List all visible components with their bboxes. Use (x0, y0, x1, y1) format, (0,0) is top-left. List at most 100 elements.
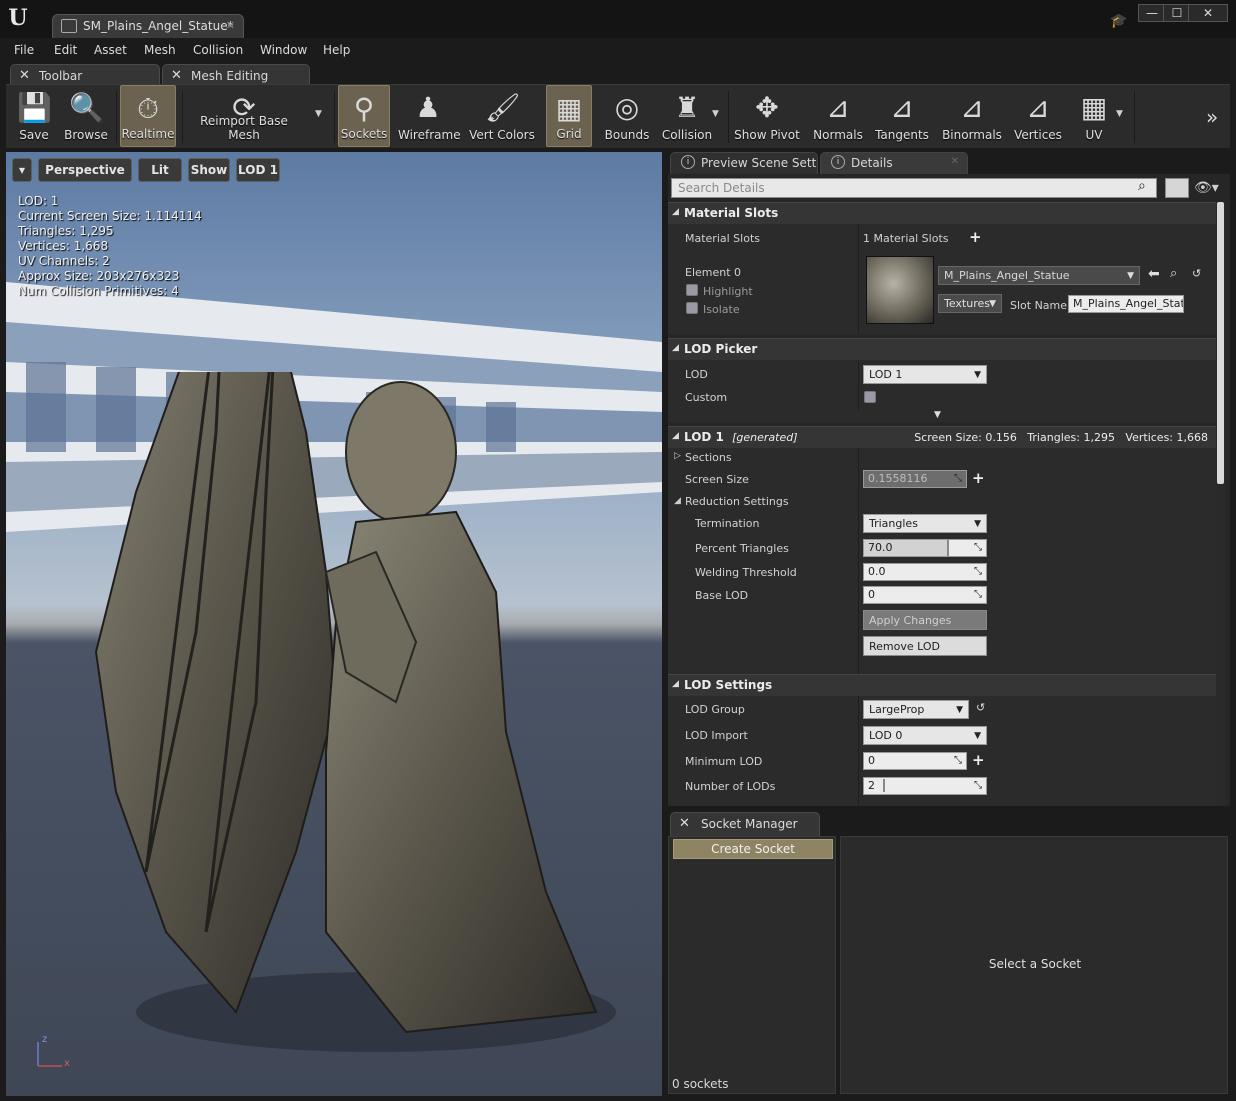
minimum-lod-input[interactable]: 0 ⤡ (863, 752, 967, 770)
overflow-chevron-icon[interactable]: » (1206, 105, 1218, 129)
base-lod-input[interactable]: 0 ⤡ (863, 586, 987, 604)
create-socket-button[interactable]: Create Socket (673, 839, 833, 859)
grid-label: Grid (556, 127, 582, 141)
stat-screen-size: Current Screen Size: 1.114114 (18, 209, 202, 223)
reset-to-default-icon[interactable]: ↺ (976, 701, 985, 714)
use-selected-arrow-icon[interactable]: ⬅ (1148, 266, 1160, 282)
document-tab[interactable]: SM_Plains_Angel_Statue* ✕ (52, 14, 244, 38)
vertices-icon: ⊿ (1026, 91, 1050, 124)
lod-button[interactable]: LOD 1 (236, 158, 280, 182)
viewport[interactable]: ▾ Perspective Lit Show LOD 1 LOD: 1 Curr… (6, 152, 662, 1096)
show-pivot-toggle[interactable]: ✥ Show Pivot (734, 85, 800, 147)
lod-import-value: LOD 0 (869, 729, 903, 742)
lod-import-dropdown[interactable]: LOD 0 ▼ (863, 726, 987, 745)
menu-file[interactable]: File (14, 43, 34, 57)
normals-toggle[interactable]: ⊿ Normals (810, 85, 866, 147)
property-matrix-button[interactable] (1165, 178, 1189, 198)
welding-threshold-input[interactable]: 0.0 ⤡ (863, 563, 987, 581)
reimport-dropdown-icon[interactable]: ▼ (315, 109, 322, 119)
column-divider[interactable] (858, 360, 859, 410)
close-button[interactable]: ✕ (1188, 4, 1228, 22)
termination-dropdown[interactable]: Triangles ▼ (863, 514, 987, 533)
browse-label: Browse (64, 128, 108, 142)
menu-collision[interactable]: Collision (193, 43, 243, 57)
expand-arrow-icon[interactable]: ▷ (674, 451, 681, 461)
screen-size-input[interactable]: 0.1558116 ⤡ (863, 470, 967, 488)
uv-dropdown-icon[interactable]: ▼ (1116, 109, 1123, 119)
menu-asset[interactable]: Asset (94, 43, 127, 57)
show-button[interactable]: Show (188, 158, 230, 182)
add-screen-size-icon[interactable]: + (972, 471, 985, 486)
maximize-button[interactable]: ☐ (1163, 4, 1191, 22)
remove-lod-button[interactable]: Remove LOD (863, 636, 987, 656)
search-details-input[interactable]: Search Details (671, 178, 1157, 198)
category-lod-picker[interactable]: ◢ LOD Picker (668, 338, 1216, 360)
learn-hat-icon[interactable]: 🎓 (1110, 13, 1128, 29)
reimport-base-mesh-button[interactable]: ⟳ Reimport Base Mesh (186, 85, 302, 147)
collapse-arrow-icon[interactable]: ◢ (674, 496, 681, 506)
column-divider[interactable] (858, 696, 859, 806)
tab-mesh-editing[interactable]: ✕ Mesh Editing (162, 64, 310, 86)
percent-triangles-slider[interactable]: 70.0 ⤡ (863, 539, 987, 557)
collision-toggle[interactable]: ♜ Collision (660, 85, 714, 147)
viewport-options-button[interactable]: ▾ (12, 158, 32, 182)
binormals-toggle[interactable]: ⊿ Binormals (940, 85, 1004, 147)
binormals-icon: ⊿ (960, 91, 984, 124)
realtime-toggle[interactable]: ⏱ Realtime (120, 85, 176, 147)
material-selector[interactable]: M_Plains_Angel_Statue ▼ (938, 266, 1140, 285)
vert-colors-toggle[interactable]: 🖌 Vert Colors (466, 85, 538, 147)
apply-changes-button[interactable]: Apply Changes (863, 610, 987, 630)
collision-dropdown-icon[interactable]: ▼ (712, 109, 719, 119)
category-lod-1[interactable]: ◢ LOD 1 [generated] Screen Size: 0.156 T… (668, 426, 1216, 448)
perspective-button[interactable]: Perspective (38, 158, 132, 182)
category-material-slots[interactable]: ◢ Material Slots (668, 202, 1216, 224)
add-material-slot-icon[interactable]: + (969, 230, 982, 245)
column-divider[interactable] (858, 224, 859, 334)
unreal-logo-icon[interactable]: U (6, 6, 30, 30)
menu-edit[interactable]: Edit (54, 43, 77, 57)
menu-window[interactable]: Window (260, 43, 307, 57)
sections-label[interactable]: Sections (685, 451, 732, 464)
save-button[interactable]: 💾 Save (10, 85, 58, 147)
custom-lod-checkbox[interactable] (864, 391, 876, 403)
advanced-expand-icon[interactable]: ▼ (934, 410, 941, 420)
reset-to-default-icon[interactable]: ↺ (1192, 267, 1201, 280)
menu-help[interactable]: Help (323, 43, 350, 57)
tab-preview-scene-settings[interactable]: i Preview Scene Sett (670, 152, 818, 174)
highlight-checkbox[interactable] (686, 284, 698, 296)
reduction-settings-label[interactable]: Reduction Settings (685, 495, 789, 508)
slot-name-input[interactable]: M_Plains_Angel_Stat (1068, 295, 1184, 313)
scrollbar-thumb[interactable] (1217, 202, 1224, 484)
category-lod-settings[interactable]: ◢ LOD Settings (668, 674, 1216, 696)
close-tab-icon[interactable]: ✕ (951, 156, 959, 167)
vertices-toggle[interactable]: ⊿ Vertices (1010, 85, 1066, 147)
uv-toggle[interactable]: ▦ UV (1072, 85, 1116, 147)
bounds-toggle[interactable]: ◎ Bounds (600, 85, 654, 147)
lod-picker-dropdown[interactable]: LOD 1 ▼ (863, 365, 987, 384)
menu-mesh[interactable]: Mesh (144, 43, 176, 57)
details-panel: i Preview Scene Sett i Details ✕ Search … (668, 152, 1230, 806)
textures-dropdown[interactable]: Textures ▼ (938, 294, 1002, 313)
search-icon[interactable]: ⌕ (1138, 179, 1152, 193)
number-of-lods-input[interactable]: 2 ⤡ (863, 777, 987, 795)
view-options-eye-icon[interactable]: 👁▾ (1194, 180, 1219, 196)
sockets-toggle[interactable]: ⚲ Sockets (338, 85, 390, 147)
socket-list[interactable]: Create Socket 0 sockets (668, 836, 836, 1094)
add-minimum-lod-icon[interactable]: + (972, 753, 985, 768)
lit-button[interactable]: Lit (138, 158, 182, 182)
close-tab-icon[interactable]: ✕ (226, 19, 235, 32)
material-thumbnail[interactable] (866, 256, 934, 324)
tab-details[interactable]: i Details ✕ (820, 152, 968, 174)
details-scrollbar[interactable] (1216, 202, 1226, 806)
browse-button[interactable]: 🔍 Browse (60, 85, 112, 147)
browse-magnifier-icon[interactable]: ⌕ (1170, 266, 1177, 281)
tab-socket-manager[interactable]: ✕ Socket Manager (670, 812, 820, 836)
isolate-checkbox[interactable] (686, 302, 698, 314)
minimize-button[interactable]: — (1138, 4, 1166, 22)
grid-toggle[interactable]: ▦ Grid (546, 85, 592, 147)
lod-group-dropdown[interactable]: LargeProp ▼ (863, 700, 969, 719)
tab-toolbar[interactable]: ✕ Toolbar (10, 64, 160, 86)
stat-approx-size: Approx Size: 203x276x323 (18, 269, 180, 283)
tangents-toggle[interactable]: ⊿ Tangents (872, 85, 932, 147)
wireframe-toggle[interactable]: ♟ Wireframe (398, 85, 461, 147)
